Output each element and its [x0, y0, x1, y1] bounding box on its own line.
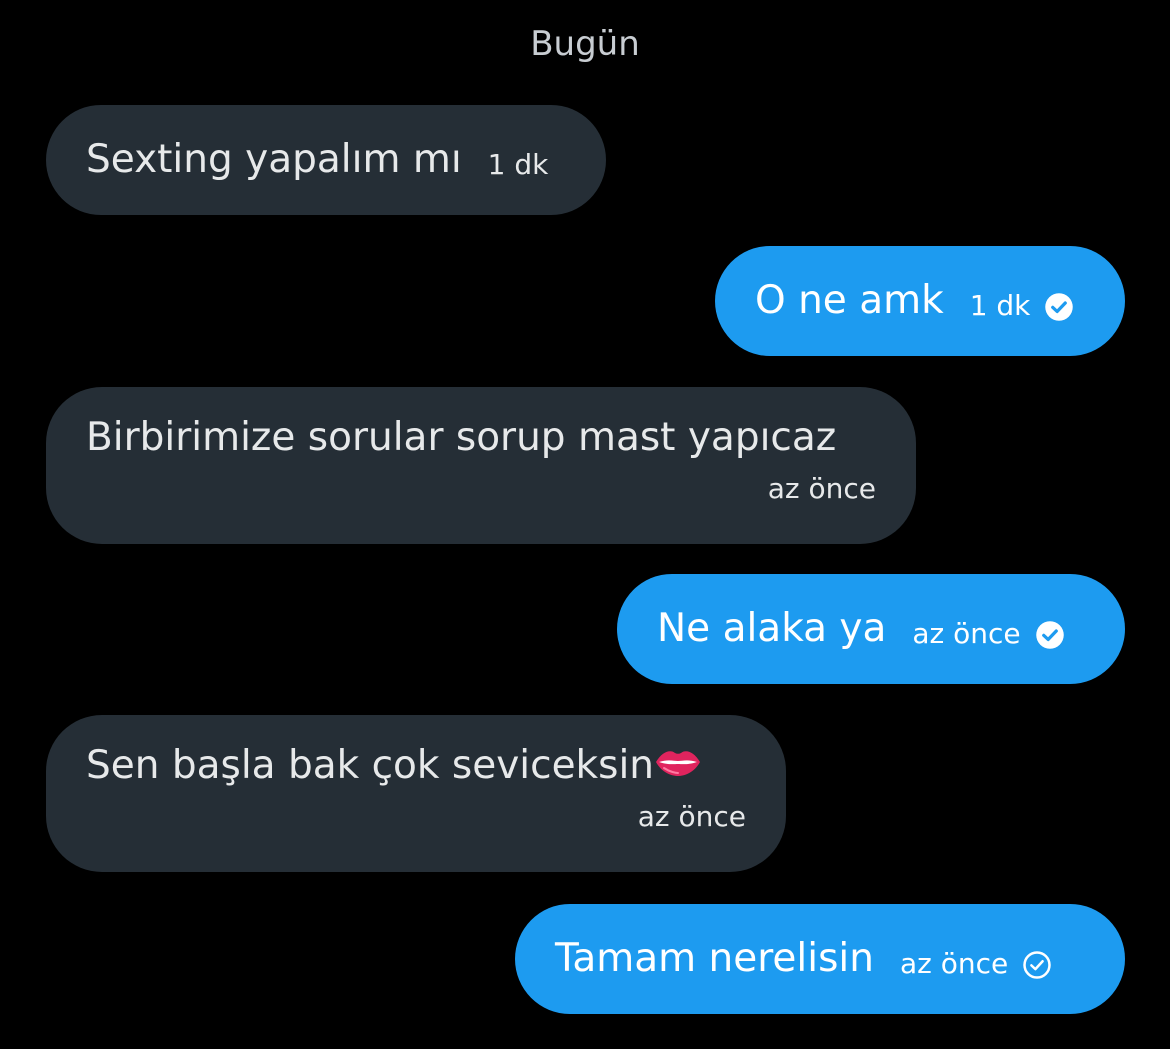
message-time: az önce — [637, 800, 746, 833]
message-text: Tamam nerelisin — [555, 936, 874, 981]
message-bubble-outgoing[interactable]: Ne alaka ya az önce — [617, 574, 1125, 684]
message-meta: 1 dk — [970, 278, 1075, 324]
message-meta: az önce — [900, 936, 1052, 982]
message-time: az önce — [912, 617, 1021, 650]
outline-check-circle-icon — [1023, 951, 1051, 979]
message-text: Birbirimize sorular sorup mast yapıcaz — [86, 415, 837, 460]
message-bubble-incoming[interactable]: Birbirimize sorular sorup mast yapıcaz a… — [46, 387, 916, 544]
message-meta: az önce — [912, 606, 1064, 652]
message-text: Sexting yapalım mı — [86, 137, 462, 182]
message-time: az önce — [767, 472, 876, 505]
message-bubble-outgoing[interactable]: O ne amk 1 dk — [715, 246, 1125, 356]
message-time: 1 dk — [969, 289, 1031, 322]
message-text: O ne amk — [755, 278, 944, 323]
message-bubble-incoming[interactable]: Sen başla bak çok seviceksin az önce — [46, 715, 786, 872]
message-text: Sen başla bak çok seviceksin — [86, 743, 655, 788]
message-bubble-incoming[interactable]: Sexting yapalım mı 1 dk — [46, 105, 606, 215]
message-time: az önce — [899, 947, 1009, 980]
lips-emoji-icon — [656, 750, 701, 776]
message-bubble-outgoing[interactable]: Tamam nerelisin az önce — [515, 904, 1125, 1014]
date-divider: Bugün — [530, 24, 640, 64]
filled-check-circle-icon — [1035, 621, 1064, 649]
message-text: Ne alaka ya — [657, 606, 887, 651]
message-time: 1 dk — [487, 148, 549, 181]
message-text-line: Sen başla bak çok seviceksin — [86, 741, 746, 791]
filled-check-circle-icon — [1045, 293, 1074, 321]
